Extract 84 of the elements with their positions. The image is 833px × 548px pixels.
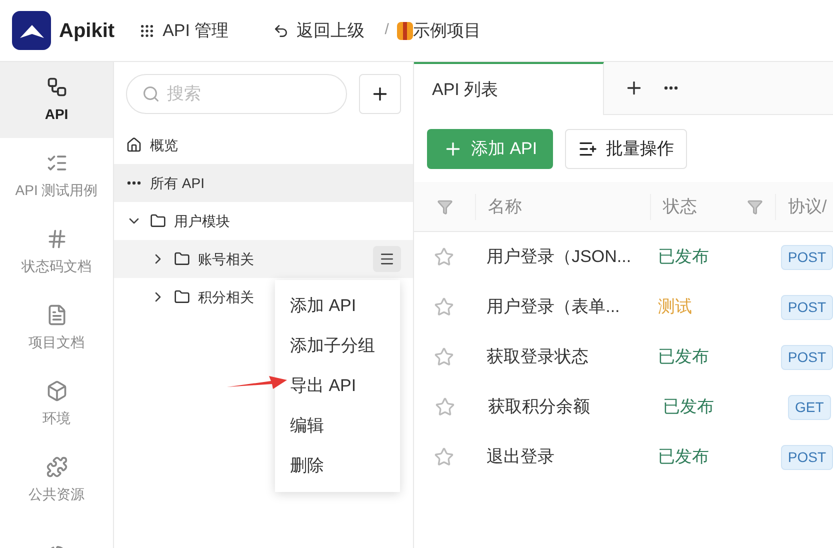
batch-button[interactable]: 批量操作 (565, 128, 688, 168)
nav-icon (46, 228, 68, 250)
table-row[interactable]: 用户登录（表单... 测试 POST (414, 282, 833, 332)
tree-item[interactable]: 所有 API (114, 164, 413, 202)
tree-label: 所有 API (150, 174, 204, 192)
tree-item[interactable]: 用户模块 (114, 202, 242, 240)
star-icon[interactable] (434, 297, 454, 317)
table-row[interactable]: 获取登录状态 已发布 POST (414, 332, 833, 382)
filter-icon[interactable] (747, 198, 763, 214)
more-icon (664, 86, 678, 90)
menu-item[interactable]: 编辑 (275, 406, 400, 446)
column-header: 协议/ (788, 196, 827, 218)
nav-label: API 测试用例 (15, 180, 98, 200)
back-icon (272, 22, 289, 38)
nav-icon (46, 456, 68, 478)
folder-icon (174, 251, 190, 267)
tree-label: 用户模块 (174, 212, 230, 230)
tree-item[interactable]: 账号相关 (114, 240, 413, 278)
star-icon[interactable] (434, 347, 454, 367)
nav-label: 项目文档 (28, 332, 84, 352)
home-icon (126, 137, 142, 153)
status-label: 已发布 (658, 247, 710, 266)
status-label: 已发布 (658, 447, 710, 466)
menu-item[interactable]: 导出 API (275, 366, 400, 406)
method-tag: GET (788, 395, 831, 420)
tree-label: 积分相关 (198, 288, 254, 306)
nav-item[interactable]: 公共资源 (0, 442, 113, 518)
filter-icon[interactable] (436, 198, 452, 214)
star-icon[interactable] (435, 397, 455, 417)
table-cell: 获取积分余额 (488, 397, 590, 416)
nav-item[interactable]: 状态码文档 (0, 214, 113, 290)
tree-label: 概览 (150, 136, 178, 154)
tree-label: 账号相关 (198, 250, 254, 268)
star-icon[interactable] (434, 247, 454, 267)
gift-icon (396, 22, 413, 40)
table-cell: 用户登录（表单... (486, 297, 620, 316)
folder-icon (174, 289, 190, 305)
more-icon (127, 181, 141, 185)
star-icon[interactable] (434, 447, 454, 467)
nav-icon (46, 76, 68, 98)
folder-icon (150, 213, 166, 229)
tree-item[interactable]: 积分相关 (114, 278, 266, 316)
method-tag: POST (780, 245, 833, 270)
nav-label: 公共资源 (28, 484, 84, 504)
column-header: 名称 (488, 196, 522, 218)
annotation-arrow (227, 375, 287, 391)
table-row[interactable]: 获取积分余额 已发布 GET (414, 382, 833, 432)
table-cell: 退出登录 (486, 447, 555, 466)
method-tag: POST (780, 345, 833, 370)
nav-item[interactable]: 环境 (0, 366, 113, 442)
search-field[interactable]: 搜索 (126, 74, 347, 114)
logo-icon (12, 11, 51, 50)
menu-item[interactable]: 添加子分组 (275, 326, 400, 366)
menu-icon (379, 251, 395, 267)
back-link[interactable]: 返回上级 (272, 18, 365, 44)
menu-item[interactable]: 删除 (275, 446, 400, 486)
project-name: 示例项目 (412, 20, 481, 42)
menu-button[interactable] (373, 246, 401, 272)
search-icon (142, 85, 160, 103)
method-tag: POST (780, 295, 833, 320)
status-label: 已发布 (658, 347, 710, 366)
nav-item[interactable]: 项目文档 (0, 290, 113, 366)
status-label: 测试 (658, 297, 692, 316)
nav-label: 环境 (42, 408, 70, 428)
breadcrumb-separator: / (384, 20, 389, 40)
status-label: 已发布 (663, 397, 714, 416)
grid-icon (138, 22, 155, 38)
nav-label: API (44, 104, 68, 124)
table-row[interactable]: 退出登录 已发布 POST (414, 432, 833, 482)
table-cell: 获取登录状态 (486, 347, 589, 366)
tab[interactable]: API 列表 (414, 62, 604, 115)
nav-item[interactable]: API (0, 62, 113, 138)
column-header: 状态 (663, 196, 697, 218)
tree-item[interactable]: 概览 (114, 126, 190, 164)
method-tag: POST (780, 445, 833, 470)
table-cell: 用户登录（JSON... (486, 247, 632, 266)
logo-text: Apikit (59, 18, 115, 44)
module-menu[interactable]: API 管理 (138, 18, 229, 44)
menu-item[interactable]: 添加 API (275, 286, 400, 326)
nav-item[interactable]: API 测试用例 (0, 138, 113, 214)
nav-icon (46, 380, 68, 402)
add-button[interactable] (359, 74, 401, 114)
table-row[interactable]: 用户登录（JSON... 已发布 POST (414, 232, 833, 282)
nav-label: 状态码文档 (22, 256, 92, 276)
